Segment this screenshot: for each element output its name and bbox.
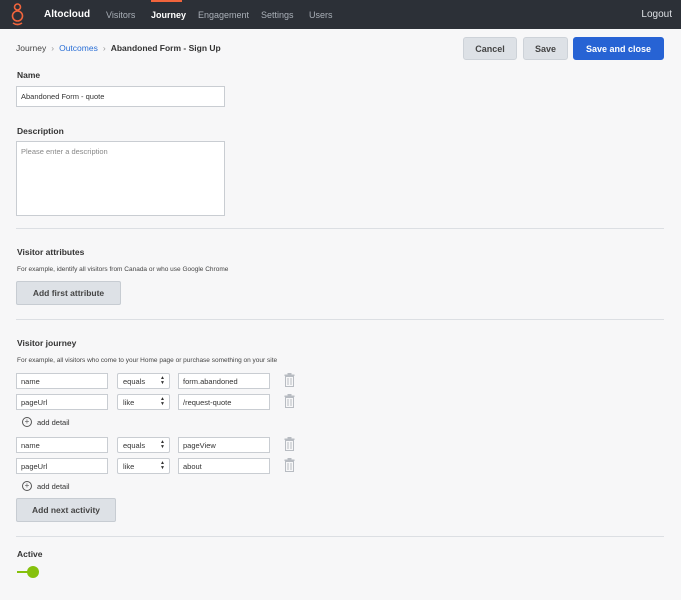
add-next-activity-button[interactable]: Add next activity (16, 498, 116, 522)
trash-icon[interactable] (284, 394, 295, 408)
nav-users[interactable]: Users (309, 10, 333, 20)
visitor-journey-title: Visitor journey (17, 338, 77, 348)
trash-icon[interactable] (284, 437, 295, 451)
plus-circle-icon: + (22, 481, 32, 491)
breadcrumb: Journey › Outcomes › Abandoned Form - Sign U… (16, 43, 221, 53)
activity-field-input[interactable]: pageUrl (16, 458, 108, 474)
trash-icon[interactable] (284, 458, 295, 472)
name-label: Name (17, 70, 41, 80)
activity-operator-select[interactable]: like ▲ ▼ (117, 458, 170, 474)
activity-operator-select[interactable]: equals ▲ ▼ (117, 437, 170, 453)
operator-value: like (123, 461, 135, 471)
activity-value-input[interactable]: pageView (178, 437, 270, 453)
visitor-journey-hint: For example, all visitors who come to yo… (17, 357, 278, 364)
visitor-attributes-hint: For example, identify all visitors from … (17, 266, 229, 273)
save-and-close-button[interactable]: Save and close (573, 37, 664, 60)
breadcrumb-outcomes[interactable]: Outcomes (59, 43, 98, 53)
cancel-button[interactable]: Cancel (463, 37, 517, 60)
activity-field-input[interactable]: pageUrl (16, 394, 108, 410)
nav-visitors[interactable]: Visitors (106, 10, 135, 20)
add-detail-label: add detail (37, 417, 70, 427)
activity-field-input[interactable]: name (16, 373, 108, 389)
logout-link[interactable]: Logout (641, 9, 672, 20)
operator-value: like (123, 397, 135, 407)
add-first-attribute-button[interactable]: Add first attribute (16, 281, 121, 305)
select-arrows-icon: ▲ ▼ (160, 439, 165, 450)
breadcrumb-current: Abandoned Form - Sign Up (110, 43, 221, 53)
brand-name[interactable]: Altocloud (44, 9, 90, 20)
plus-circle-icon: + (22, 417, 32, 427)
breadcrumb-journey[interactable]: Journey (16, 43, 46, 53)
add-detail-button[interactable]: + add detail (22, 417, 70, 427)
active-nav-indicator (151, 0, 182, 2)
activity-value-input[interactable]: /request-quote (178, 394, 270, 410)
activity-operator-select[interactable]: like ▲ ▼ (117, 394, 170, 410)
activity-operator-select[interactable]: equals ▲ ▼ (117, 373, 170, 389)
altocloud-logo-icon[interactable] (10, 3, 25, 26)
active-toggle[interactable] (17, 566, 39, 578)
operator-value: equals (123, 440, 146, 450)
top-nav: Altocloud Visitors Journey Engagement Se… (0, 0, 681, 29)
add-detail-label: add detail (37, 481, 70, 491)
select-arrows-icon: ▲ ▼ (160, 375, 165, 386)
add-detail-button[interactable]: + add detail (22, 481, 70, 491)
chevron-right-icon: › (51, 43, 55, 53)
section-divider (16, 536, 664, 537)
chevron-right-icon: › (102, 43, 106, 53)
nav-settings[interactable]: Settings (261, 10, 294, 20)
description-textarea[interactable]: Please enter a description (16, 141, 225, 216)
select-arrows-icon: ▲ ▼ (160, 460, 165, 471)
toggle-knob[interactable] (27, 566, 39, 578)
activity-value-input[interactable]: form.abandoned (178, 373, 270, 389)
section-divider (16, 319, 664, 320)
section-divider (16, 228, 664, 229)
select-arrows-icon: ▲ ▼ (160, 396, 165, 407)
active-label: Active (17, 549, 43, 559)
trash-icon[interactable] (284, 373, 295, 387)
save-button[interactable]: Save (523, 37, 568, 60)
nav-engagement[interactable]: Engagement (198, 10, 249, 20)
description-label: Description (17, 126, 64, 136)
operator-value: equals (123, 376, 146, 386)
activity-field-input[interactable]: name (16, 437, 108, 453)
name-input[interactable]: Abandoned Form - quote (16, 86, 225, 107)
nav-journey[interactable]: Journey (151, 10, 186, 20)
visitor-attributes-title: Visitor attributes (17, 247, 85, 257)
activity-value-input[interactable]: about (178, 458, 270, 474)
